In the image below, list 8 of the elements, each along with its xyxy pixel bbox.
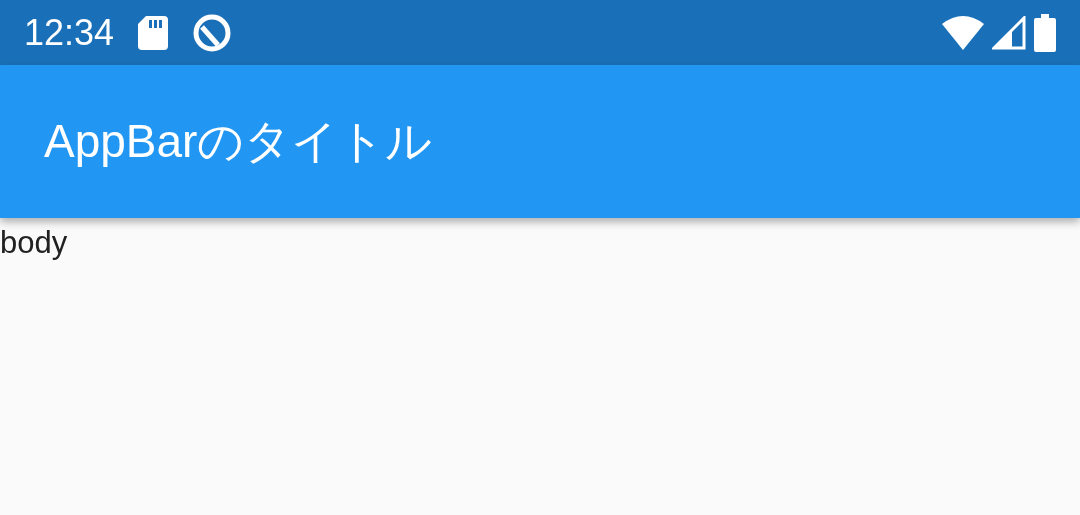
sd-card-icon	[138, 15, 169, 50]
status-time: 12:34	[24, 10, 115, 55]
body-text: body	[0, 225, 68, 260]
app-bar-title: AppBarのタイトル	[44, 114, 433, 169]
wifi-icon	[942, 15, 984, 50]
battery-icon	[1034, 13, 1056, 52]
signal-icon	[992, 15, 1026, 50]
data-saver-icon	[192, 12, 233, 53]
